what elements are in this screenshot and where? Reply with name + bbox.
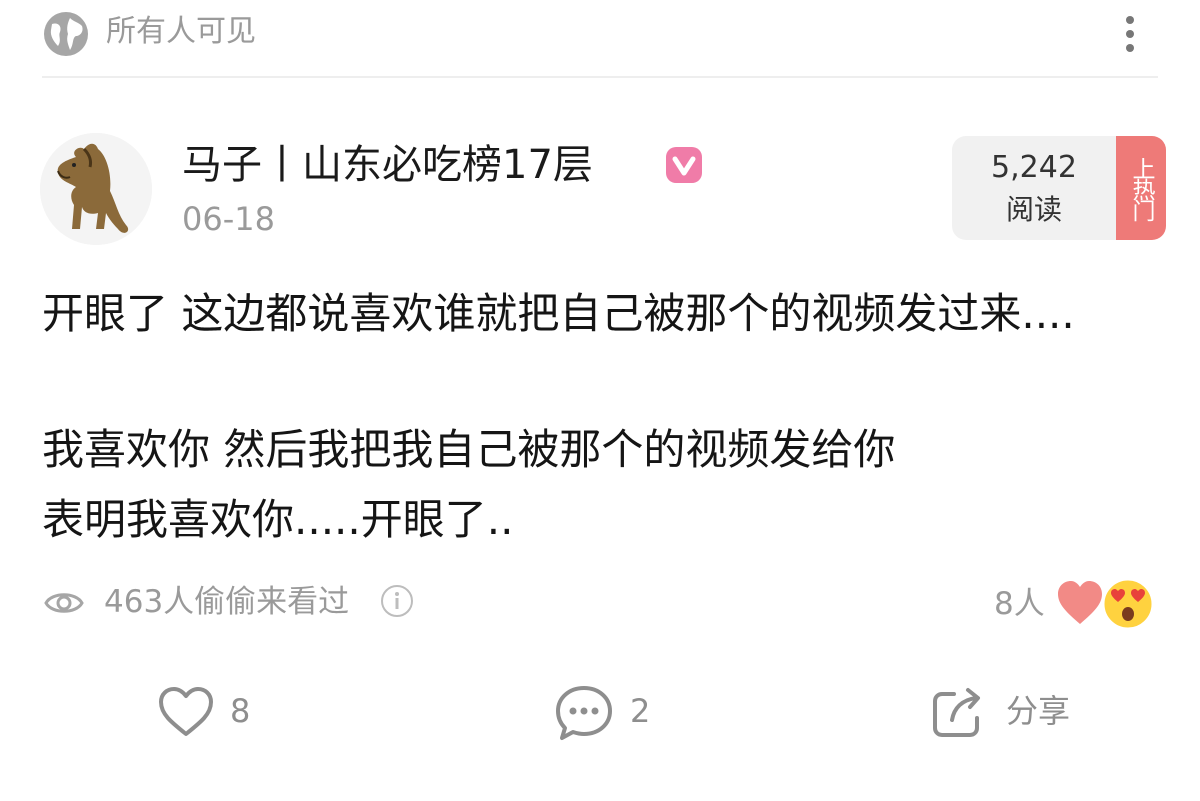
comment-count: 2 [630,692,651,730]
info-icon[interactable] [380,584,414,618]
horse-avatar-icon [40,133,152,245]
post-text-line: 开眼了 这边都说喜欢谁就把自己被那个的视频发过来.... [42,289,1075,338]
share-icon [933,688,980,737]
heart-eyes-emoji-icon[interactable] [1100,576,1156,632]
globe-icon [44,12,88,56]
comment-bubble-icon [556,686,612,740]
eye-icon [44,593,84,613]
read-count: 5,242 [991,150,1077,185]
post-text-line: 表明我喜欢你.....开眼了.. [42,495,514,544]
share-button[interactable]: 分享 [930,682,1090,742]
view-count-text[interactable]: 463人偷偷来看过 [104,582,349,622]
verified-badge-icon [666,147,702,183]
reactors-count[interactable]: 8人 [994,584,1045,624]
avatar[interactable] [40,133,152,245]
like-count: 8 [230,692,251,730]
post-date: 06-18 [182,200,275,238]
heart-emoji-icon[interactable] [1054,578,1106,628]
divider [42,76,1158,78]
post-text-line: 我喜欢你 然后我把我自己被那个的视频发给你 [42,425,896,474]
boost-hot-button[interactable]: 上热门 [1116,136,1166,240]
visibility-label[interactable]: 所有人可见 [106,12,256,52]
heart-outline-icon [159,687,213,736]
share-label: 分享 [1006,692,1071,730]
more-options-icon[interactable] [1110,10,1150,58]
like-button[interactable]: 8 [156,682,266,742]
comment-button[interactable]: 2 [554,682,664,742]
read-label: 阅读 [1005,193,1062,226]
author-name[interactable]: 马子丨山东必吃榜17层 [182,140,593,190]
